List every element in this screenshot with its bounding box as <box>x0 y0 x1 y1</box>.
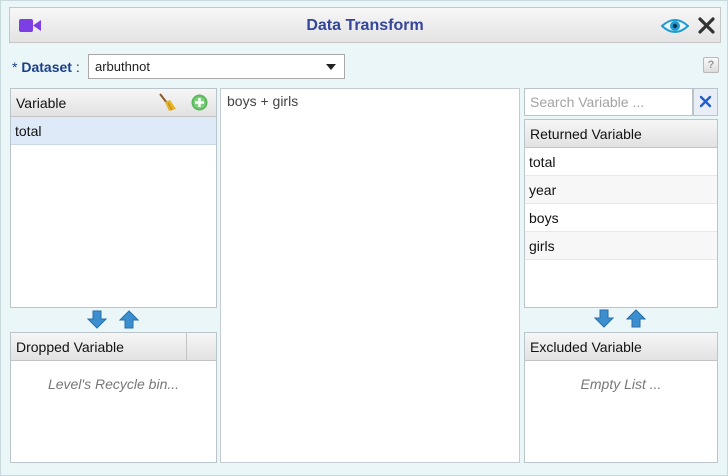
dropped-empty-text: Level's Recycle bin... <box>47 376 180 392</box>
close-icon[interactable] <box>698 17 715 34</box>
header-divider <box>186 333 187 361</box>
dropped-variable-panel: Dropped Variable Level's Recycle bin... <box>10 332 217 463</box>
returned-panel-header: Returned Variable <box>525 120 717 148</box>
variable-search <box>524 88 718 116</box>
help-icon[interactable]: ? <box>703 57 719 73</box>
eye-icon[interactable] <box>661 17 689 35</box>
variable-move-controls <box>87 310 141 330</box>
chevron-down-icon <box>326 64 336 70</box>
clear-search-button[interactable] <box>693 88 718 116</box>
dropped-panel-title: Dropped Variable <box>16 339 124 355</box>
dataset-label-text: Dataset <box>21 59 72 75</box>
arrow-up-icon[interactable] <box>119 310 139 329</box>
dataset-label-separator: : <box>75 59 80 75</box>
arrow-up-icon[interactable] <box>626 309 646 328</box>
excluded-panel-title: Excluded Variable <box>530 339 642 355</box>
window-title: Data Transform <box>306 17 424 34</box>
broom-icon[interactable] <box>157 92 177 112</box>
formula-editor[interactable]: boys + girls <box>220 88 520 463</box>
data-transform-window: Data Transform * Dataset : arbuthnot ? V… <box>0 0 728 476</box>
excluded-empty-text: Empty List ... <box>580 376 662 392</box>
required-mark: * <box>12 59 18 75</box>
list-item[interactable]: year <box>525 176 717 204</box>
dataset-select[interactable]: arbuthnot <box>88 54 345 79</box>
returned-panel-title: Returned Variable <box>530 126 642 142</box>
returned-variable-panel: Returned Variable total year boys girls <box>524 119 718 308</box>
dataset-selected-value: arbuthnot <box>95 59 150 74</box>
excluded-panel-header: Excluded Variable <box>525 333 717 361</box>
search-input[interactable] <box>524 88 693 116</box>
dataset-label: * Dataset : <box>12 59 80 75</box>
add-icon[interactable] <box>191 94 208 111</box>
arrow-down-icon[interactable] <box>594 309 614 328</box>
arrow-down-icon[interactable] <box>87 310 107 329</box>
formula-text[interactable]: boys + girls <box>221 89 519 113</box>
variable-panel-title: Variable <box>16 95 67 111</box>
list-item[interactable]: total <box>525 148 717 176</box>
excluded-variable-panel: Excluded Variable Empty List ... <box>524 332 718 463</box>
clear-icon <box>699 95 712 108</box>
title-bar: Data Transform <box>9 7 721 43</box>
list-item[interactable]: boys <box>525 204 717 232</box>
variable-item-total[interactable]: total <box>11 117 216 145</box>
dropped-panel-header: Dropped Variable <box>11 333 216 361</box>
list-item[interactable]: girls <box>525 232 717 260</box>
variable-panel-header: Variable <box>11 89 216 117</box>
returned-move-controls <box>594 309 648 329</box>
returned-list: total year boys girls <box>525 148 717 260</box>
variable-panel: Variable total <box>10 88 217 308</box>
